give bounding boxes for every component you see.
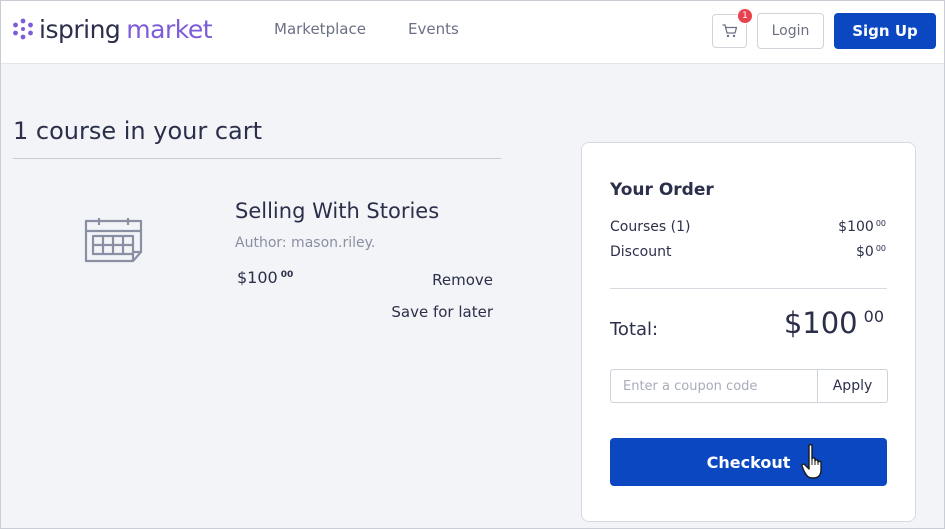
order-title: Your Order xyxy=(610,180,714,200)
shopping-cart-icon xyxy=(721,24,737,38)
order-divider xyxy=(610,288,887,289)
courses-subtotal-cents: 00 xyxy=(875,219,886,228)
sign-up-button[interactable]: Sign Up xyxy=(834,13,936,49)
course-title[interactable]: Selling With Stories xyxy=(235,199,439,223)
courses-count-label: Courses (1) xyxy=(610,219,691,235)
total-value: $100 00 xyxy=(784,306,884,340)
discount-value-cents: 00 xyxy=(875,244,886,253)
course-author: Author: mason.riley. xyxy=(235,235,376,251)
login-button[interactable]: Login xyxy=(757,13,824,49)
discount-label: Discount xyxy=(610,244,672,260)
top-header: ispring market Marketplace Events 1 Logi… xyxy=(1,1,944,64)
apply-coupon-button[interactable]: Apply xyxy=(817,369,888,403)
cart-divider xyxy=(13,158,501,159)
ispring-market-logo[interactable]: ispring market xyxy=(11,14,213,44)
nav-marketplace-link[interactable]: Marketplace xyxy=(274,20,366,38)
course-price: $100 00 xyxy=(237,268,293,287)
logo-text-primary: ispring xyxy=(39,14,121,44)
order-summary-card: Your Order Courses (1) $100 00 Discount $… xyxy=(581,142,916,522)
courses-subtotal-main: $100 xyxy=(838,219,874,235)
logo-text-secondary: market xyxy=(126,14,213,44)
checkout-button[interactable]: Checkout xyxy=(610,438,887,486)
hand-pointer-icon xyxy=(801,444,822,479)
course-price-main: $100 xyxy=(237,268,278,287)
cart-heading: 1 course in your cart xyxy=(13,117,263,145)
courses-subtotal: $100 00 xyxy=(838,219,886,235)
course-price-cents: 00 xyxy=(280,270,294,280)
discount-value-main: $0 xyxy=(855,244,874,260)
save-for-later-button[interactable]: Save for later xyxy=(391,303,493,321)
total-value-cents: 00 xyxy=(863,307,884,326)
cart-count-badge: 1 xyxy=(737,8,753,24)
calendar-icon xyxy=(84,218,143,263)
coupon-code-input[interactable] xyxy=(610,369,817,403)
total-value-main: $100 xyxy=(783,306,858,340)
ispring-star-icon xyxy=(13,18,33,40)
nav-events-link[interactable]: Events xyxy=(408,20,459,38)
remove-button[interactable]: Remove xyxy=(432,271,493,289)
total-label: Total: xyxy=(610,319,659,340)
discount-value: $0 00 xyxy=(856,244,886,260)
